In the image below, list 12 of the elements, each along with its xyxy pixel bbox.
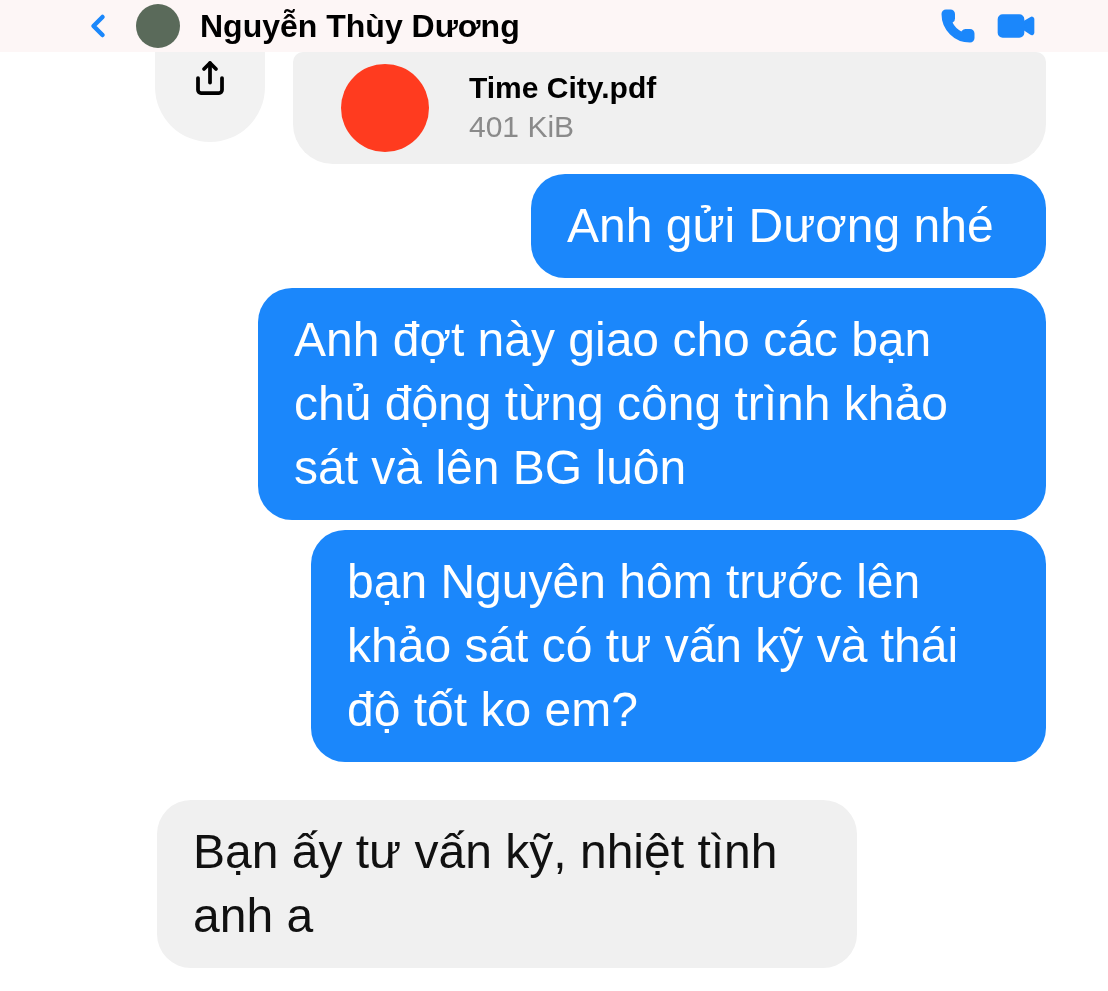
message-bubble: Anh gửi Dương nhé — [531, 174, 1046, 278]
file-size: 401 KiB — [469, 109, 576, 145]
contact-name: Nguyễn Thùy Dương — [200, 7, 520, 46]
message-bubble: Anh đợt này giao cho các bạn chủ động từng công trình khảo sát và lên BG luôn — [258, 288, 1046, 520]
avatar — [136, 4, 180, 48]
share-button[interactable] — [155, 52, 265, 142]
call-button[interactable] — [940, 8, 976, 44]
file-attachment[interactable]: Time City.pdf 401 KiB — [293, 52, 1046, 164]
file-name: Time City.pdf — [469, 70, 657, 106]
phone-icon — [940, 8, 976, 44]
message-bubble: Bạn ấy tư vấn kỹ, nhiệt tình anh a — [157, 800, 857, 968]
message-bubble: bạn Nguyên hôm trước lên khảo sát có tư vấn kỹ và thái độ tốt ko em? — [311, 530, 1046, 762]
